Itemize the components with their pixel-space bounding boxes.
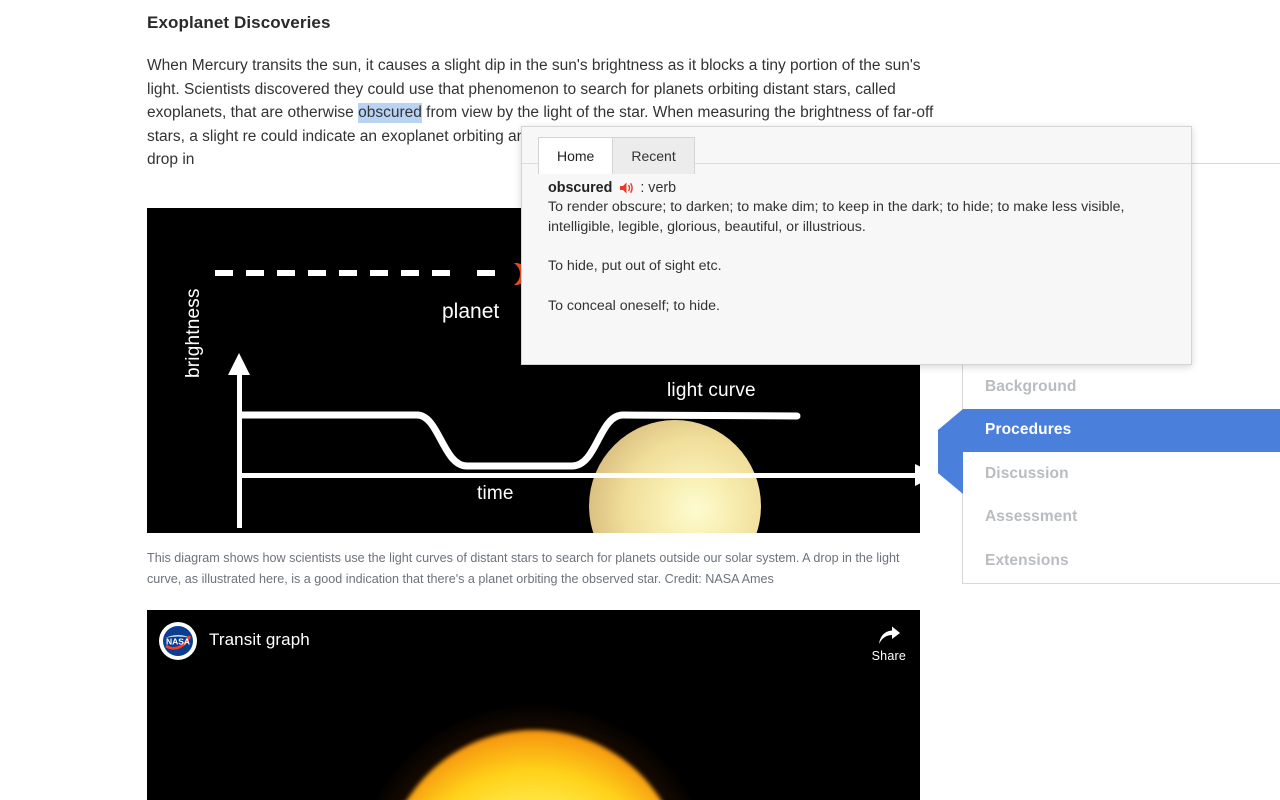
sidebar-item-extensions[interactable]: Extensions — [963, 539, 1280, 583]
sidebar-item-assessment[interactable]: Assessment — [963, 496, 1280, 540]
sidebar-item-label: Discussion — [985, 464, 1069, 482]
sidebar-item-background[interactable]: Background — [963, 365, 1280, 409]
tab-recent[interactable]: Recent — [612, 137, 695, 174]
dictionary-headword: obscured — [548, 180, 613, 196]
dictionary-headword-row: obscured : verb — [548, 180, 1169, 196]
share-arrow-icon — [878, 626, 900, 644]
dictionary-popup[interactable]: Home Recent obscured : verb To render ob… — [521, 126, 1192, 365]
share-label: Share — [871, 649, 906, 663]
sidebar-item-label: Procedures — [985, 421, 1072, 439]
figure-caption: This diagram shows how scientists use th… — [147, 551, 900, 586]
dictionary-definition-1: To render obscure; to darken; to make di… — [548, 199, 1125, 235]
dictionary-part-of-speech: : verb — [640, 180, 677, 196]
x-axis-label: time — [477, 483, 514, 504]
y-axis-label: brightness — [183, 288, 204, 378]
page-root: Exoplanet Discoveries When Mercury trans… — [0, 0, 1280, 800]
video-header: NASA Transit graph Share — [147, 610, 920, 680]
selected-word-obscured[interactable]: obscured — [358, 103, 422, 123]
video-player[interactable]: NASA Transit graph Share — [147, 610, 920, 800]
horizontal-divider — [1192, 163, 1280, 164]
sidebar-item-label: Extensions — [985, 551, 1069, 569]
svg-text:NASA: NASA — [166, 637, 190, 647]
sidebar-item-label: Background — [985, 377, 1077, 395]
page-title: Exoplanet Discoveries — [147, 13, 331, 32]
video-title: Transit graph — [209, 630, 310, 649]
dictionary-definition-2: To hide, put out of sight etc. — [548, 258, 722, 275]
sidebar-item-procedures[interactable]: Procedures — [938, 408, 1280, 494]
section-nav: Background Procedures Discussion Assessm… — [938, 365, 1280, 584]
share-button[interactable]: Share — [872, 622, 906, 663]
dictionary-definition-3: To conceal oneself; to hide. — [548, 297, 720, 314]
light-curve-label: light curve — [667, 380, 756, 401]
dictionary-tabs: Home Recent — [522, 127, 1191, 174]
tab-home[interactable]: Home — [538, 137, 614, 174]
sidebar-item-discussion[interactable]: Discussion — [963, 452, 1280, 496]
sidebar-item-label: Assessment — [985, 508, 1078, 526]
nasa-logo-icon[interactable]: NASA — [159, 622, 197, 660]
dictionary-body: obscured : verb To render obscure; to da… — [522, 164, 1191, 316]
speaker-sound-icon[interactable] — [619, 181, 634, 195]
